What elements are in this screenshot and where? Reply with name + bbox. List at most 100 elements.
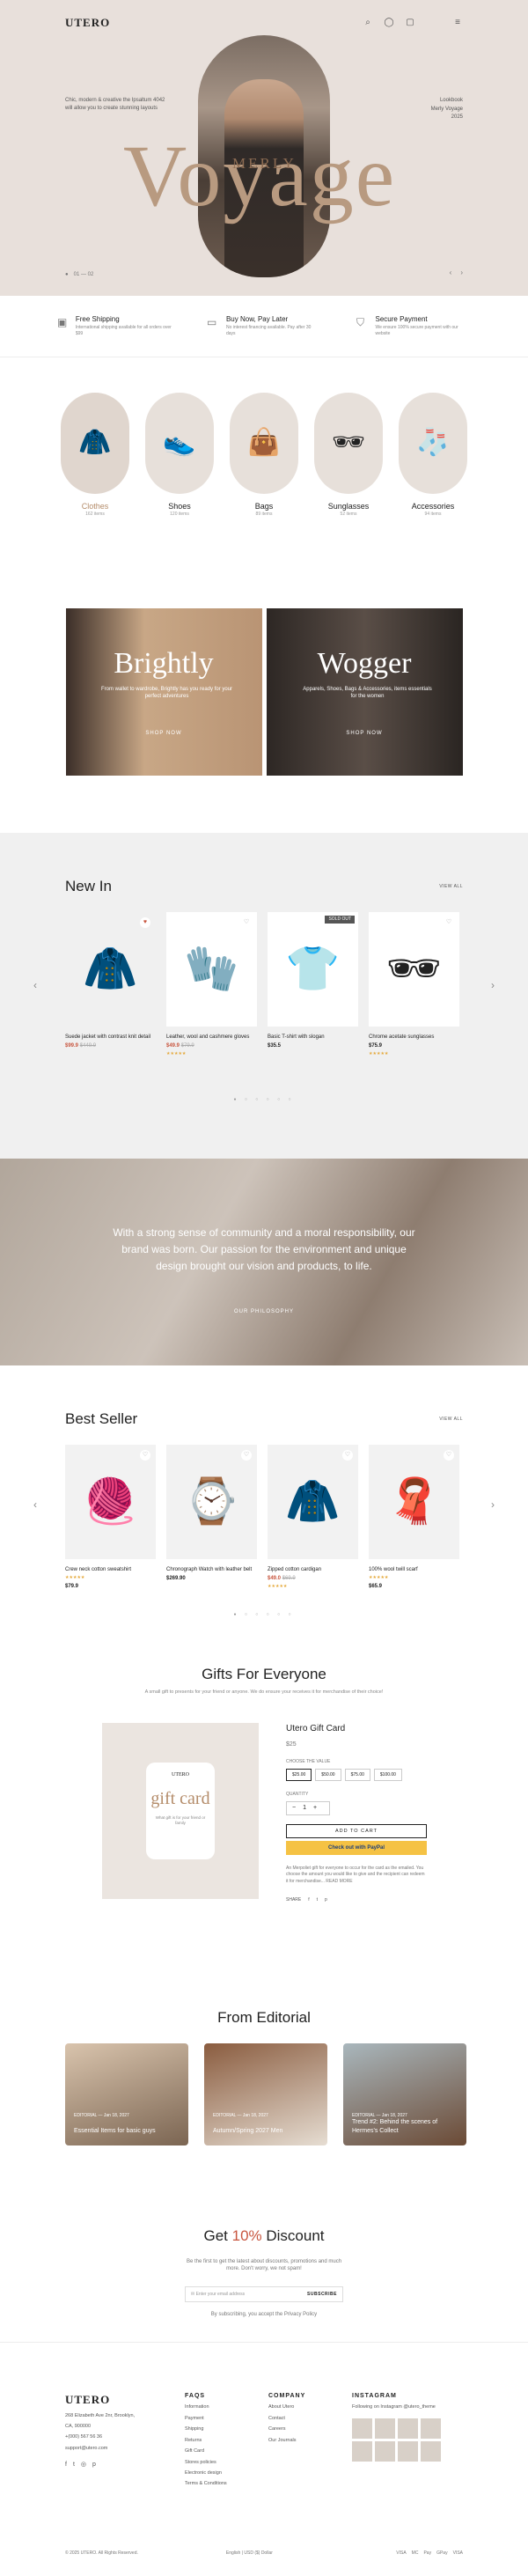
arrow-left-icon[interactable]: ‹ [33,978,37,992]
amount-option[interactable]: $75.00 [344,1768,370,1782]
facebook-icon[interactable]: f [308,1897,309,1903]
product-card[interactable]: 🕶 ♡ Chrome acetate sunglasses $75.9 ★★★★★ [369,912,459,1057]
paypal-button[interactable]: Check out with PayPal [286,1840,427,1855]
arrow-right-icon[interactable]: › [491,978,495,992]
arrow-right-icon[interactable]: › [491,1498,495,1512]
menu-icon[interactable]: ≡ [452,18,463,28]
jacket-icon: 🧥 [83,944,138,994]
twitter-icon: t [72,2462,75,2469]
philosophy-link[interactable]: OUR PHILOSOPHY [0,1308,528,1315]
heart-icon: ♥ [140,917,150,928]
heart-icon: ♡ [444,917,454,928]
gift-description: An Merpoliet gift for everyone to occur … [286,1865,425,1884]
hero-pager[interactable]: ● 01 — 02 [65,271,93,278]
product-card[interactable]: 🧶 ♡ Crew neck cotton sweatshirt ★★★★★ $79… [65,1445,156,1590]
bag-icon: 👜 [247,428,281,458]
editorial-section: From Editorial EDITORIAL — Jan 18, 2027 E… [0,1999,528,2219]
carousel-dots[interactable]: ● ○ ○ ○ ○ ○ [0,1097,528,1103]
product-card[interactable]: ⌚ ♡ Chronograph Watch with leather belt $… [166,1445,257,1590]
card-icon: ▭ [207,316,217,328]
product-card[interactable]: 🧤 ♡ Leather, wool and cashmere gloves $49… [166,912,257,1057]
amount-option[interactable]: $100.00 [373,1768,402,1782]
pager-dot-icon: ● [65,271,69,277]
community-text: With a strong sense of community and a m… [113,1226,415,1273]
amount-option[interactable]: $50.00 [315,1768,341,1782]
section-title: Get 10% Discount [203,2227,325,2244]
section-subtitle: A small gift to presents for your friend… [144,1689,384,1695]
quantity-stepper[interactable]: −1 + [286,1801,330,1815]
gift-section: Gifts For Everyone A small gift to prese… [0,1647,528,1999]
heart-icon: ♡ [241,1450,252,1461]
cardigan-icon: 🧥 [285,1476,341,1527]
section-title: Gifts For Everyone [202,1666,326,1682]
carousel-dots[interactable]: ● ○ ○ ○ ○ ○ [0,1612,528,1618]
features-bar: ▣ Free Shipping International shipping av… [0,296,528,357]
heart-icon: ♡ [241,917,252,928]
product-card[interactable]: 👕 SOLD OUT Basic T-shirt with slogan $35.… [268,912,358,1057]
company-column: COMPANY About Utero Contact Careers Our Jou… [268,2393,306,2443]
hero-section: UTERO ⌕ ◯ ▢ ≡ Chic, modern & creative th… [0,0,528,296]
payment-icons: VISA MC Pay GPay VISA [396,2550,463,2556]
footer-logo[interactable]: UTERO [65,2392,135,2408]
footer-bottom-bar: © 2025 UTERO. All Rights Reserved. Engli… [65,2550,463,2557]
arrow-left-icon[interactable]: ‹ [33,1498,37,1512]
editorial-card[interactable]: EDITORIAL — Jan 18, 2027 Autumn/Spring 20… [204,2043,327,2145]
amount-option[interactable]: $25.00 [286,1768,312,1782]
category-row: 🧥 Clothes 162 items 👟 Shoes 120 items 👜 Bags 8… [0,357,528,608]
facebook-icon: f [65,2462,67,2469]
promo-card-wogger[interactable]: Wogger Apparels, Shoes, Bags & Accessori… [266,608,463,776]
feature-item: ▭ Buy Now, Pay Later No interest financin… [207,315,321,357]
product-card[interactable]: 🧣 ♡ 100% wool twill scarf ★★★★★ $65.9 [369,1445,459,1590]
section-title: Best Seller [65,1410,138,1427]
category-shoes[interactable]: 👟 Shoes 120 items [145,393,214,608]
instagram-grid[interactable] [352,2418,441,2462]
hero-arrows[interactable]: ‹ › [450,269,463,278]
product-card[interactable]: 🧥 ♡ Zipped cotton cardigan $49.0 $69.9 ★★… [268,1445,358,1590]
amount-options[interactable]: $25.00 $50.00 $75.00 $100.00 [286,1768,427,1782]
shop-now-link[interactable]: SHOP NOW [267,730,463,737]
email-field[interactable]: ✉ Enter your email address SUBSCRIBE [185,2286,343,2302]
plus-icon: + [313,1805,318,1812]
gift-card-image: UTERO gift card What gift is for your fr… [102,1723,259,1899]
add-to-cart-button[interactable]: ADD TO CART [286,1823,427,1838]
promo-card-brightly[interactable]: Brightly From wallet to wardrobe, Bright… [65,608,262,776]
search-icon[interactable]: ⌕ [363,18,373,28]
sweater-icon: 🧶 [83,1476,138,1527]
subscribe-button[interactable]: SUBSCRIBE [307,2292,337,2298]
pinterest-icon[interactable]: p [325,1897,327,1903]
heart-icon: ♡ [342,1450,353,1461]
twitter-icon[interactable]: t [317,1897,318,1903]
shield-icon: ⛉ [356,316,365,328]
hero-title: Voyage [123,127,397,224]
box-icon: ▣ [57,316,68,328]
view-all-link[interactable]: VIEW ALL [439,1417,463,1423]
shop-now-link[interactable]: SHOP NOW [66,730,262,737]
tshirt-icon: 👕 [285,944,341,994]
category-clothes[interactable]: 🧥 Clothes 162 items [61,393,129,608]
faqs-column: FAQS Information Payment Shipping Returns G… [185,2393,227,2487]
newsletter-text: Be the first to get the latest about dis… [186,2259,342,2272]
category-bags[interactable]: 👜 Bags 89 items [230,393,298,608]
category-accessories[interactable]: 🧦 Accessories 94 items [399,393,467,608]
new-in-section: New In VIEW ALL ‹ › 🧥 ♥ Suede jacket with… [0,833,528,1159]
editorial-card[interactable]: EDITORIAL — Jan 18, 2027 Essential Items … [65,2043,188,2145]
hero-side-info: Lookbook Merly Voyage 2025 [430,98,463,121]
user-icon[interactable]: ◯ [384,18,394,28]
social-icons[interactable]: f t ◎ p [65,2461,135,2469]
feature-item: ⛉ Secure Payment We ensure 100% secure pa… [356,315,471,357]
best-seller-section: Best Seller VIEW ALL ‹ › 🧶 ♡ Crew neck co… [0,1365,528,1647]
minus-icon: − [292,1805,297,1812]
locale-selector[interactable]: English | USD ($) Dollar [226,2550,273,2557]
product-card[interactable]: 🧥 ♥ Suede jacket with contrast knit detai… [65,912,156,1057]
product-price: $25 [286,1741,297,1748]
bag-icon[interactable]: ▢ [405,18,415,28]
brand-logo[interactable]: UTERO [65,15,110,31]
view-all-link[interactable]: VIEW ALL [439,884,463,890]
newsletter-section: Get 10% Discount Be the first to get the… [0,2219,528,2343]
scarf-icon: 🧣 [386,1476,442,1527]
hero-subtitle: MERLY [232,155,297,172]
gift-details: Utero Gift Card $25 CHOOSE THE VALUE $25… [286,1723,427,1903]
top-nav: UTERO ⌕ ◯ ▢ ≡ [0,14,528,32]
category-sunglasses[interactable]: 🕶 Sunglasses 52 items [314,393,383,608]
editorial-card[interactable]: EDITORIAL — Jan 18, 2027 Trend #2: Behind… [343,2043,466,2145]
